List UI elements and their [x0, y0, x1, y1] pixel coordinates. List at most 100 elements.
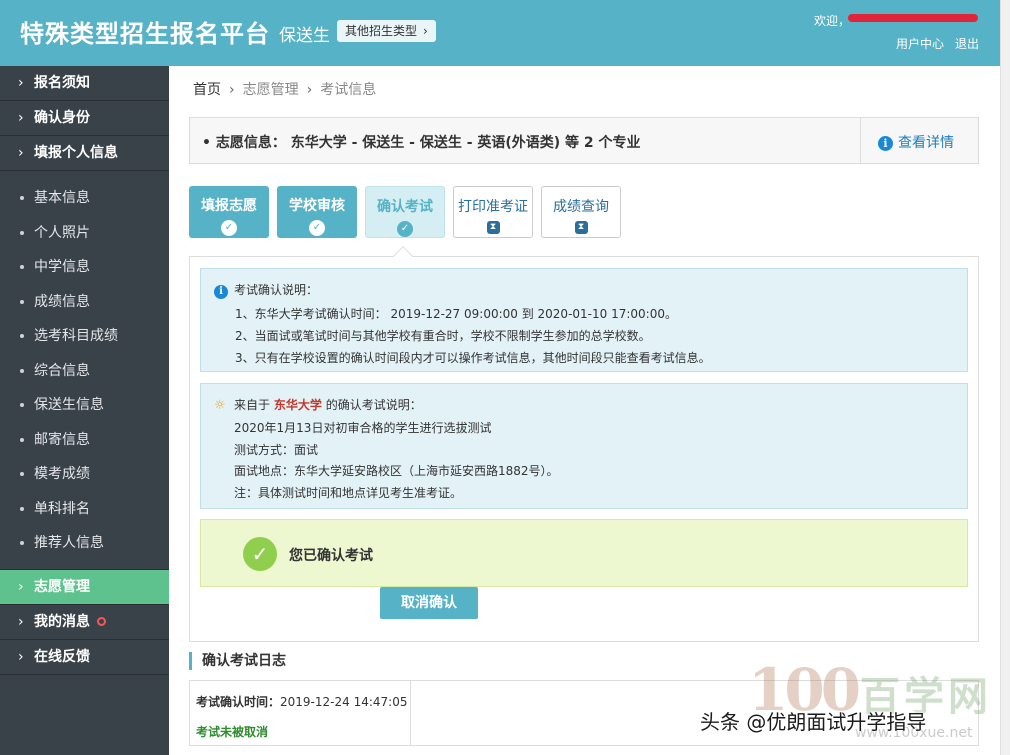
sidebar-item-label: 在线反馈 — [34, 648, 90, 665]
sidebar-subitem-mock-exam[interactable]: 模考成绩 — [0, 457, 169, 492]
sidebar-subitem-elective-grades[interactable]: 选考科目成绩 — [0, 319, 169, 354]
sidebar-item-notice[interactable]: › 报名须知 — [0, 66, 169, 101]
sidebar-item-application-management[interactable]: › 志愿管理 — [0, 569, 169, 605]
school-notice-suffix: 的确认考试说明： — [325, 398, 422, 412]
application-info-box: • 志愿信息： 东华大学 - 保送生 - 保送生 - 英语(外语类) 等 2 个… — [189, 117, 979, 164]
sidebar-submenu: 基本信息 个人照片 中学信息 成绩信息 选考科目成绩 综合信息 保送生信息 邮寄… — [0, 171, 169, 570]
step-label: 成绩查询 — [553, 199, 609, 215]
chevron-right-icon: › — [18, 110, 24, 126]
application-info-text: • 志愿信息： 东华大学 - 保送生 - 保送生 - 英语(外语类) 等 2 个… — [202, 135, 641, 151]
step-print-admission[interactable]: 打印准考证 ⧗ — [453, 186, 533, 238]
sidebar-subitem-label: 中学信息 — [34, 259, 90, 275]
chevron-right-icon: › — [18, 648, 24, 665]
check-icon: ✓ — [309, 220, 325, 236]
school-notice-line: 面试地点：东华大学延安路校区（上海市延安西路1882号）。 — [234, 464, 559, 478]
sidebar-subitem-label: 基本信息 — [34, 190, 90, 206]
chevron-right-icon: › — [18, 578, 24, 595]
chevron-right-icon: › — [423, 24, 428, 38]
sidebar-subitem-basic-info[interactable]: 基本信息 — [0, 181, 169, 216]
sidebar-subitem-label: 保送生信息 — [34, 397, 104, 413]
log-time-value: 2019-12-24 14:47:05 — [280, 695, 408, 709]
bullet-icon — [20, 299, 24, 304]
view-details-link[interactable]: i 查看详情 — [878, 132, 954, 152]
step-score-query[interactable]: 成绩查询 ⧗ — [541, 186, 621, 238]
step-fill-application[interactable]: 填报志愿 ✓ — [189, 186, 269, 238]
sidebar-subitem-mailing-info[interactable]: 邮寄信息 — [0, 423, 169, 458]
sidebar-item-label: 填报个人信息 — [34, 145, 118, 161]
sidebar-subitem-subject-rank[interactable]: 单科排名 — [0, 492, 169, 527]
step-label: 打印准考证 — [458, 199, 528, 215]
sidebar-subitem-photo[interactable]: 个人照片 — [0, 216, 169, 251]
exam-notice-title: i 考试确认说明： — [214, 281, 318, 299]
bullet-icon — [20, 437, 24, 442]
bullet-icon — [20, 506, 24, 511]
check-circle-icon: ✓ — [243, 537, 277, 571]
bullet-icon — [20, 230, 24, 235]
watermark-toutiao: 头条 @优朗面试升学指导 — [700, 710, 927, 734]
other-type-label: 其他招生类型 — [345, 24, 418, 38]
bullet-icon — [20, 368, 24, 373]
school-notice-line: 测试方式：面试 — [234, 443, 319, 457]
sidebar-item-label: 我的消息 — [34, 613, 90, 630]
chevron-right-icon: › — [18, 145, 24, 161]
school-notice: ☼ 来自于 东华大学 的确认考试说明： 2020年1月13日对初审合格的学生进行选… — [200, 383, 968, 509]
step-confirm-exam[interactable]: 确认考试 ✓ — [365, 186, 445, 238]
breadcrumb-section[interactable]: 志愿管理 — [243, 82, 299, 98]
step-label: 学校审核 — [289, 198, 345, 214]
sidebar-item-personal-info[interactable]: › 填报个人信息 — [0, 136, 169, 171]
sidebar-subitem-recommended-info[interactable]: 保送生信息 — [0, 388, 169, 423]
breadcrumb: 首页 › 志愿管理 › 考试信息 — [193, 79, 376, 99]
top-header: 特殊类型招生报名平台 保送生 其他招生类型 › 欢迎， 用户中心 退出 — [0, 0, 1000, 66]
lightbulb-icon: ☼ — [214, 398, 226, 413]
sidebar-subitem-label: 选考科目成绩 — [34, 328, 118, 344]
check-icon: ✓ — [397, 221, 413, 237]
step-label: 确认考试 — [377, 199, 433, 215]
sidebar-subitem-label: 推荐人信息 — [34, 535, 104, 551]
sidebar-subitem-grades[interactable]: 成绩信息 — [0, 285, 169, 320]
breadcrumb-home[interactable]: 首页 — [193, 82, 221, 98]
vertical-scrollbar[interactable] — [1000, 0, 1010, 755]
confirmed-status-text: 您已确认考试 — [289, 548, 373, 564]
user-center-link[interactable]: 用户中心 — [896, 35, 944, 52]
welcome-text: 欢迎， — [814, 14, 851, 28]
info-icon: i — [878, 136, 893, 151]
cancel-confirmation-button[interactable]: 取消确认 — [380, 587, 478, 619]
sidebar-subitem-comprehensive-info[interactable]: 综合信息 — [0, 354, 169, 389]
sidebar-item-label: 确认身份 — [34, 110, 90, 126]
other-type-button[interactable]: 其他招生类型 › — [337, 20, 436, 42]
sidebar-subitem-label: 个人照片 — [34, 224, 90, 241]
bullet-icon — [20, 403, 24, 407]
step-school-review[interactable]: 学校审核 ✓ — [277, 186, 357, 238]
hourglass-icon: ⧗ — [486, 221, 500, 234]
check-icon: ✓ — [221, 220, 237, 236]
exam-notice: i 考试确认说明： 1、东华大学考试确认时间： 2019-12-27 09:00:… — [200, 268, 968, 372]
chevron-right-icon: › — [18, 75, 24, 91]
sidebar-subitem-school-info[interactable]: 中学信息 — [0, 250, 169, 285]
bullet-icon — [20, 265, 24, 269]
chevron-right-icon: › — [18, 613, 24, 630]
exam-notice-line: 3、只有在学校设置的确认时间段内才可以操作考试信息，其他时间段只能查看考试信息。 — [235, 351, 711, 365]
sidebar-item-confirm-identity[interactable]: › 确认身份 — [0, 101, 169, 136]
bullet-icon — [20, 472, 24, 476]
sidebar-subitem-label: 综合信息 — [34, 362, 90, 379]
bullet-icon — [20, 334, 24, 338]
sidebar-item-messages[interactable]: › 我的消息 — [0, 605, 169, 640]
log-time: 考试确认时间：2019-12-24 14:47:05 — [196, 693, 407, 710]
bullet-icon — [20, 541, 24, 545]
unread-dot-icon — [97, 617, 106, 626]
current-type-label: 保送生 — [279, 26, 330, 46]
school-notice-title: ☼ 来自于 东华大学 的确认考试说明： — [214, 396, 422, 413]
platform-title: 特殊类型招生报名平台 — [20, 20, 270, 48]
sidebar-item-feedback[interactable]: › 在线反馈 — [0, 640, 169, 675]
hourglass-icon: ⧗ — [574, 221, 588, 234]
bullet-icon — [20, 196, 24, 200]
school-notice-line: 注：具体测试时间和地点详见考生准考证。 — [234, 486, 463, 500]
sidebar-item-label: 志愿管理 — [34, 578, 90, 595]
view-details-label: 查看详情 — [898, 135, 954, 151]
exam-notice-title-text: 考试确认说明： — [234, 283, 319, 297]
sidebar: › 报名须知 › 确认身份 › 填报个人信息 基本信息 个人照片 中学信息 成绩信息 … — [0, 66, 169, 755]
sidebar-subitem-label: 模考成绩 — [34, 466, 90, 482]
logout-link[interactable]: 退出 — [955, 35, 979, 52]
sidebar-subitem-referee-info[interactable]: 推荐人信息 — [0, 526, 169, 561]
sidebar-subitem-label: 单科排名 — [34, 500, 90, 517]
